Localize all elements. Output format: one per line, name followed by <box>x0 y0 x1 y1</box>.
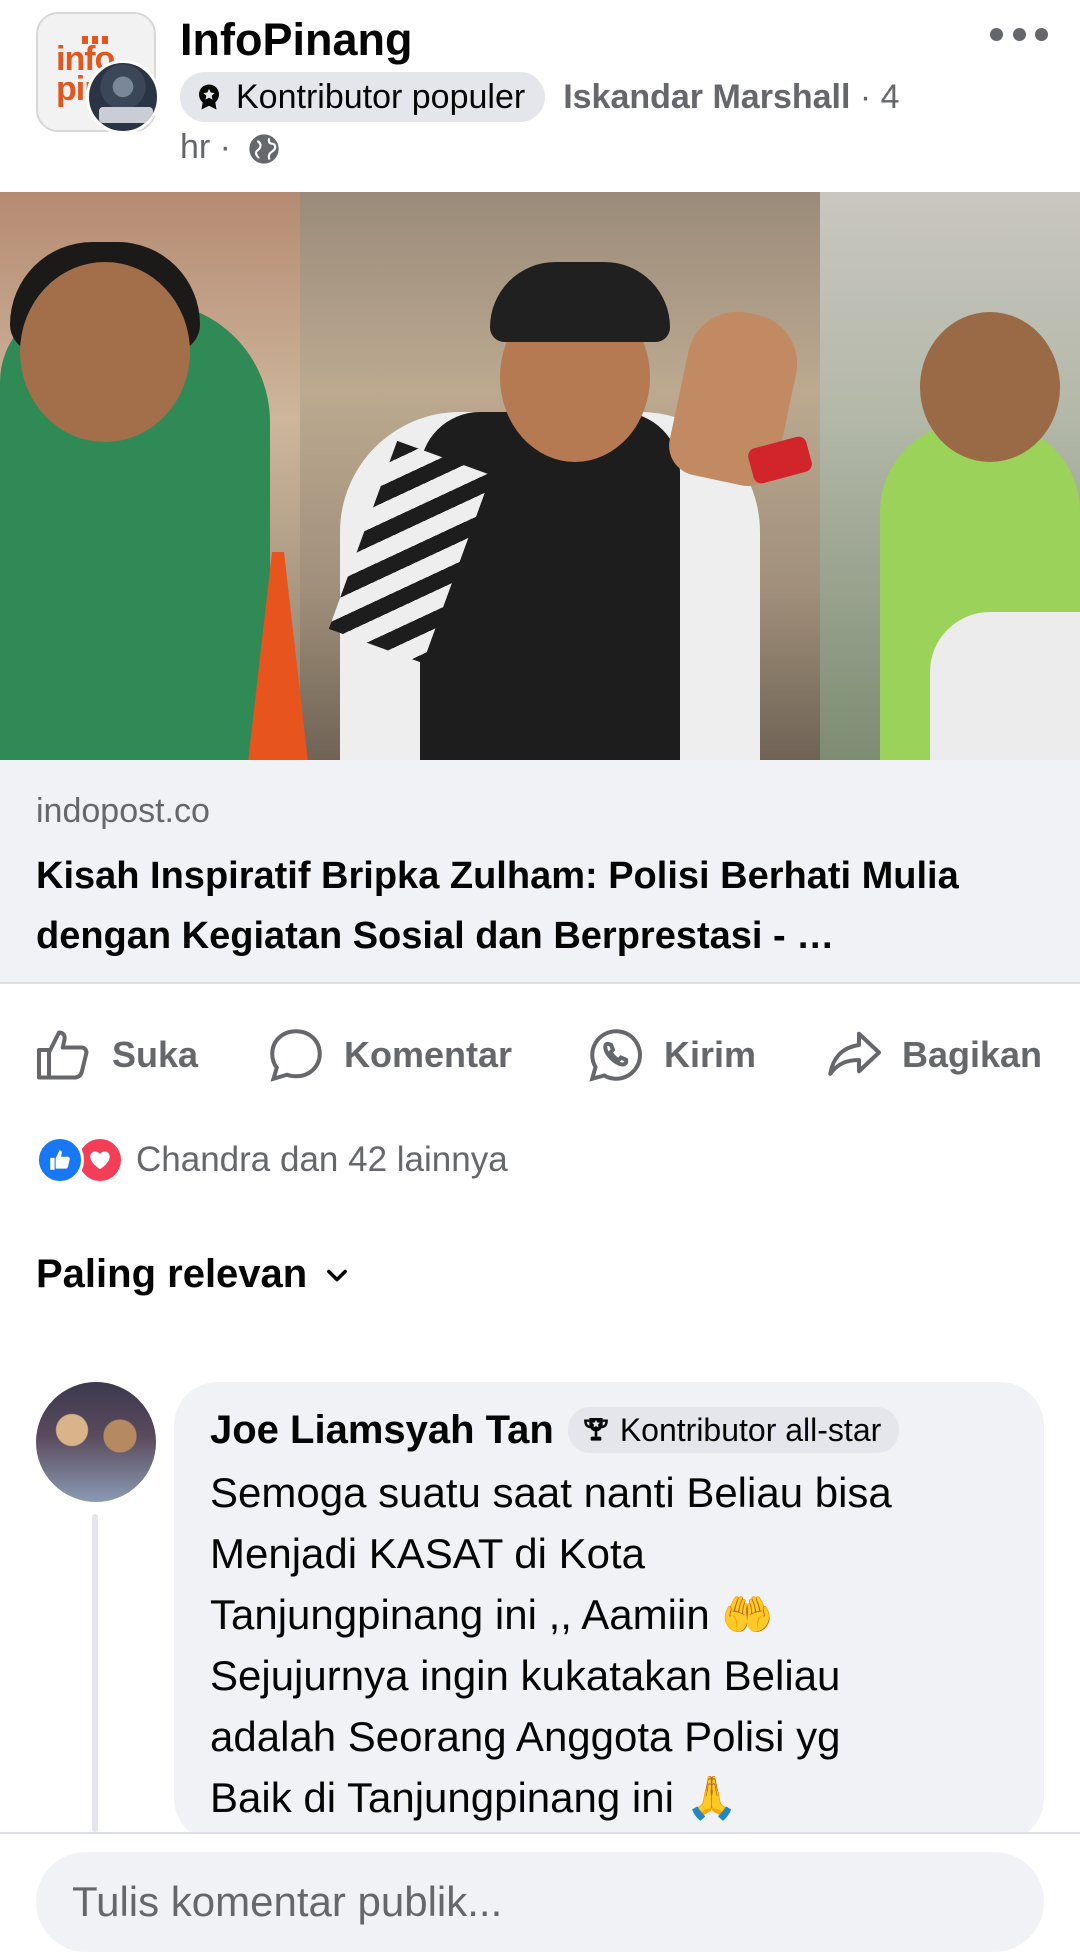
commenter-avatar[interactable] <box>36 1382 156 1502</box>
link-preview[interactable]: indopost.co Kisah Inspiratif Bripka Zulh… <box>0 760 1080 984</box>
all-star-badge-label: Kontributor all-star <box>619 1411 882 1448</box>
badge-label: Kontributor populer <box>236 78 526 116</box>
thread-line <box>92 1514 98 1832</box>
globe-icon <box>249 134 280 164</box>
star-badge-icon <box>199 84 219 110</box>
page-name[interactable]: InfoPinang <box>180 14 412 66</box>
photo-person-right-2 <box>930 612 1080 760</box>
like-label: Suka <box>112 1034 199 1075</box>
comment-icon <box>270 1029 322 1082</box>
comment-composer-bar: Tulis komentar publik... <box>0 1832 1080 1958</box>
like-button[interactable]: Suka <box>34 1020 198 1090</box>
comment-bubble[interactable]: Joe Liamsyah Tan Kontributor all-star Se… <box>174 1382 1044 1842</box>
photo-person-center <box>300 252 814 760</box>
comment-text: Semoga suatu saat nanti Beliau bisa Menj… <box>210 1469 892 1821</box>
post-photo[interactable] <box>0 192 1080 760</box>
comment-header: Joe Liamsyah Tan Kontributor all-star <box>210 1404 1008 1456</box>
heart-glyph-icon <box>90 1151 110 1170</box>
chevron-down-icon <box>327 1269 348 1281</box>
comment-input-placeholder: Tulis komentar publik... <box>72 1878 503 1925</box>
reaction-text: Chandra dan 42 lainnya <box>136 1140 508 1179</box>
all-star-badge[interactable]: Kontributor all-star <box>567 1407 900 1453</box>
post-header: info pin InfoPinang Kontributor populer … <box>0 0 1080 192</box>
photo-head <box>20 262 190 442</box>
share-label: Bagikan <box>902 1034 1043 1075</box>
time-suffix[interactable]: hr · <box>180 128 231 166</box>
action-bar: Suka Komentar Kirim Bagikan <box>0 1000 1080 1110</box>
share-icon <box>828 1031 881 1076</box>
time-prefix: · 4 <box>859 78 900 116</box>
sort-label: Paling relevan <box>36 1252 308 1296</box>
comment-label: Komentar <box>344 1034 513 1075</box>
link-title: Kisah Inspiratif Bripka Zulham: Polisi B… <box>36 855 959 957</box>
photo-head-right <box>920 312 1060 462</box>
author-name[interactable]: Iskandar Marshall <box>563 78 850 116</box>
like-glyph-icon <box>50 1150 70 1170</box>
post-meta: Kontributor populer Iskandar Marshall · … <box>180 72 1040 172</box>
more-options-button[interactable] <box>984 14 1054 54</box>
more-dot <box>1035 27 1048 41</box>
reaction-summary[interactable]: Chandra dan 42 lainnya <box>36 1135 508 1185</box>
share-button[interactable]: Bagikan <box>824 1020 1042 1090</box>
photo-person-left <box>0 242 270 760</box>
send-button[interactable]: Kirim <box>586 1020 756 1090</box>
like-reaction-icon <box>36 1136 84 1184</box>
author-avatar[interactable] <box>86 60 160 134</box>
contributor-badge[interactable]: Kontributor populer <box>180 72 546 122</box>
commenter-name[interactable]: Joe Liamsyah Tan <box>210 1408 554 1453</box>
thumbs-up-icon <box>37 1030 89 1080</box>
photo-cap <box>490 262 670 342</box>
more-dot <box>990 27 1003 41</box>
comment-button[interactable]: Komentar <box>266 1020 512 1090</box>
whatsapp-icon <box>589 1029 642 1082</box>
comment-input[interactable]: Tulis komentar publik... <box>36 1852 1044 1952</box>
more-dot <box>1012 27 1026 41</box>
send-label: Kirim <box>664 1034 757 1075</box>
link-domain: indopost.co <box>36 792 210 830</box>
comment-sort-dropdown[interactable]: Paling relevan <box>36 1252 351 1297</box>
trophy-icon <box>583 1418 608 1441</box>
